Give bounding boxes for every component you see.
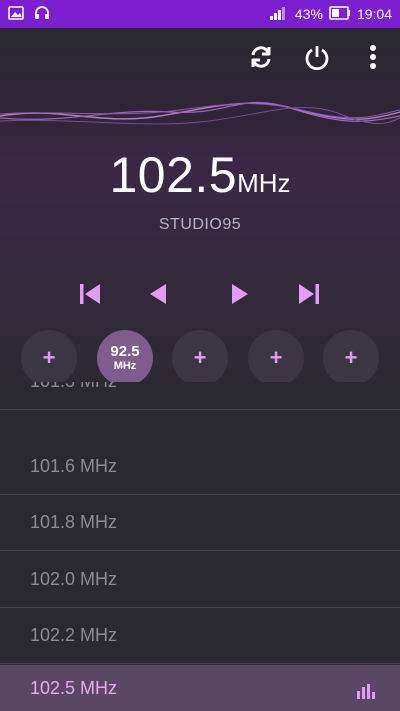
preset-bar: + 92.5 MHz + + + xyxy=(0,330,400,390)
status-bar: 43% 19:04 xyxy=(0,0,400,28)
station-frequency: 101.8 MHz xyxy=(30,512,118,532)
preset-frequency: 92.5 xyxy=(110,343,140,360)
toolbar xyxy=(246,42,388,72)
more-vert-icon[interactable] xyxy=(358,42,388,72)
battery-icon xyxy=(329,5,351,23)
station-list-item[interactable]: 101.8 MHz xyxy=(0,495,400,551)
preset-add-button[interactable]: + xyxy=(21,330,77,386)
skip-next-icon[interactable] xyxy=(291,278,327,310)
preset-add-button[interactable]: + xyxy=(172,330,228,386)
station-list: 101.3 MHz 101.6 MHz 101.8 MHz 102.0 MHz … xyxy=(0,382,400,711)
frequency-unit: MHz xyxy=(237,168,291,198)
station-list-item[interactable]: 101.6 MHz xyxy=(0,439,400,495)
signal-icon xyxy=(269,5,289,24)
station-frequency: 102.0 MHz xyxy=(30,569,118,589)
station-list-item[interactable]: 101.3 MHz xyxy=(0,382,400,410)
preset-station-button[interactable]: 92.5 MHz xyxy=(97,330,153,386)
battery-percent: 43% xyxy=(294,6,323,22)
playback-controls xyxy=(0,278,400,310)
station-frequency: 101.6 MHz xyxy=(30,456,118,476)
preset-add-button[interactable]: + xyxy=(323,330,379,386)
power-icon[interactable] xyxy=(302,42,332,72)
station-list-item-active[interactable]: 102.5 MHz xyxy=(0,665,400,711)
station-list-item[interactable]: 102.0 MHz xyxy=(0,552,400,608)
step-forward-icon[interactable] xyxy=(222,278,258,310)
step-back-icon[interactable] xyxy=(140,278,176,310)
station-frequency: 102.2 MHz xyxy=(30,625,118,645)
refresh-icon[interactable] xyxy=(246,42,276,72)
headphones-icon xyxy=(34,5,50,24)
preset-add-button[interactable]: + xyxy=(248,330,304,386)
station-name: STUDIO95 xyxy=(158,216,242,233)
station-frequency: 102.5 MHz xyxy=(30,677,118,698)
frequency-display: 102.5MHz xyxy=(0,146,400,204)
tuner-panel: 102.5MHz STUDIO95 + 92.5 MHz + + + xyxy=(0,28,400,408)
frequency-value: 102.5 xyxy=(109,147,238,203)
waveform-decoration xyxy=(0,101,400,125)
equalizer-icon xyxy=(356,683,378,704)
station-frequency: 101.3 MHz xyxy=(30,382,117,392)
station-list-item[interactable]: 102.2 MHz xyxy=(0,608,400,664)
preset-unit: MHz xyxy=(113,360,137,372)
status-time: 19:04 xyxy=(356,6,392,22)
image-icon xyxy=(8,5,24,23)
skip-previous-icon[interactable] xyxy=(72,278,108,310)
